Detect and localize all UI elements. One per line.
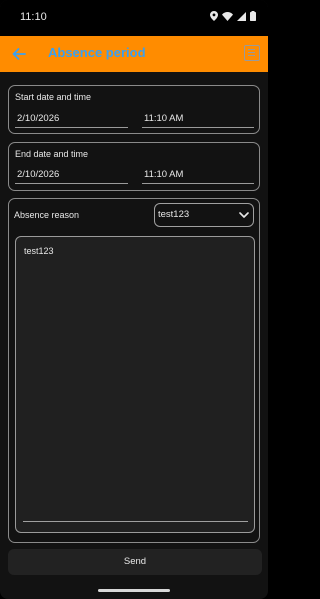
signal-icon (237, 11, 246, 21)
notes-underline (23, 521, 248, 522)
app-bar: Absence period (0, 36, 268, 72)
absence-reason-panel: Absence reason test123 test123 (8, 198, 260, 543)
absence-notes-textarea[interactable]: test123 (15, 236, 255, 533)
wifi-icon (222, 11, 233, 21)
battery-icon (250, 11, 256, 21)
end-datetime-panel: End date and time 2/10/2026 11:10 AM (8, 142, 260, 191)
start-datetime-panel: Start date and time 2/10/2026 11:10 AM (8, 85, 260, 134)
status-icons (210, 11, 256, 21)
location-icon (210, 11, 218, 21)
list-icon[interactable] (244, 45, 260, 61)
absence-notes-text: test123 (24, 246, 54, 256)
end-date-field[interactable]: 2/10/2026 (15, 168, 128, 184)
home-indicator[interactable] (98, 589, 170, 592)
absence-reason-value: test123 (158, 209, 190, 220)
absence-reason-select[interactable]: test123 (154, 203, 254, 227)
end-datetime-label: End date and time (15, 149, 89, 159)
start-datetime-label: Start date and time (15, 92, 92, 102)
end-time-field[interactable]: 11:10 AM (142, 168, 254, 184)
status-time: 11:10 (20, 11, 47, 23)
screen: 11:10 Absence period Start date and time… (0, 0, 268, 599)
send-button[interactable]: Send (8, 549, 262, 575)
status-bar: 11:10 (0, 0, 268, 36)
back-arrow-icon[interactable] (10, 44, 28, 64)
start-time-field[interactable]: 11:10 AM (142, 112, 254, 128)
chevron-down-icon (239, 212, 249, 218)
page-title: Absence period (48, 45, 146, 60)
absence-reason-label: Absence reason (14, 210, 80, 220)
start-date-field[interactable]: 2/10/2026 (15, 112, 128, 128)
